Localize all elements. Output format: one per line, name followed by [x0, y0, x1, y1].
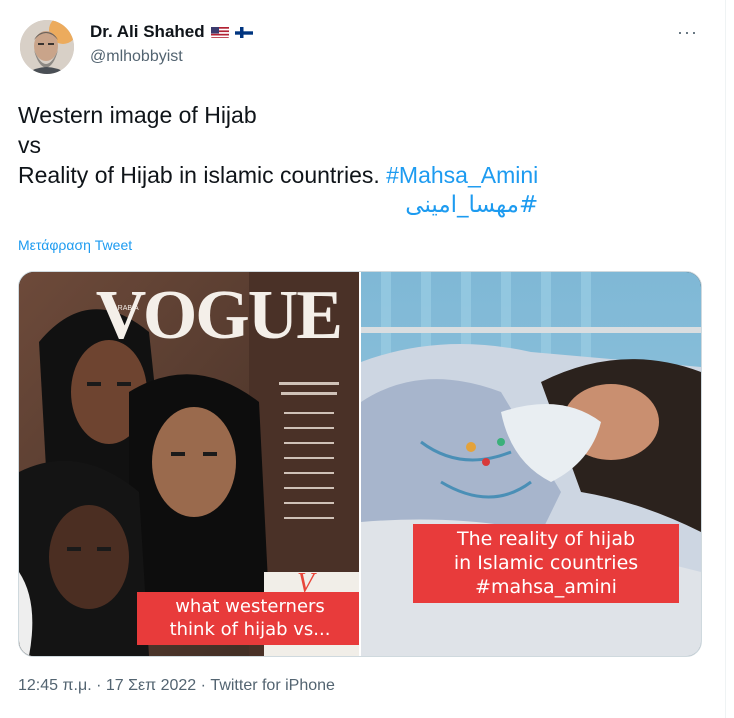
tweet-line-3: Reality of Hijab in islamic countries. #… — [18, 160, 538, 190]
hashtag-mahsa-amini[interactable]: #Mahsa_Amini — [386, 162, 538, 188]
tweet-text: Western image of Hijab vs Reality of Hij… — [18, 100, 538, 220]
us-flag-icon — [210, 26, 229, 38]
media-image-vogue-cover[interactable]: VOGUE ARABIA V what westerners think of … — [19, 272, 359, 656]
left-media-caption: what westerners think of hijab vs... — [137, 592, 359, 645]
tweet-line-2: vs — [18, 132, 41, 158]
tweet-date[interactable]: 17 Σεπ 2022 — [106, 677, 196, 694]
author-handle[interactable]: @mlhobbyist — [90, 48, 183, 66]
left-caption-line-2: think of hijab vs... — [169, 618, 331, 640]
tweet-footer: 12:45 π.μ. · 17 Σεπ 2022 · Twitter for i… — [18, 677, 335, 695]
footer-separator: · — [196, 677, 211, 694]
vogue-masthead: VOGUE — [96, 277, 341, 354]
translate-tweet-link[interactable]: Μετάφραση Tweet — [18, 237, 132, 253]
hashtag-mahsa-amini-persian[interactable]: #مهسا_امینی — [18, 190, 538, 220]
right-caption-line-1: The reality of hijab — [456, 528, 636, 550]
avatar-image — [20, 20, 74, 74]
tweet-source[interactable]: Twitter for iPhone — [210, 677, 335, 694]
author-name-row: Dr. Ali Shahed — [90, 22, 253, 42]
footer-separator: · — [91, 677, 106, 694]
tweet-line-1: Western image of Hijab — [18, 102, 257, 128]
tweet-line-3-text: Reality of Hijab in islamic countries. — [18, 162, 387, 188]
media-image-hospital[interactable]: The reality of hijab in Islamic countrie… — [361, 272, 701, 656]
right-media-caption: The reality of hijab in Islamic countrie… — [413, 524, 679, 604]
left-caption-line-1: what westerners — [175, 596, 325, 617]
finland-flag-icon — [234, 26, 253, 38]
tweet-time[interactable]: 12:45 π.μ. — [18, 677, 92, 694]
tweet-card: Dr. Ali Shahed @mlhobbyist ··· Western i… — [0, 0, 734, 718]
vogue-sub-masthead: ARABIA — [113, 305, 139, 312]
avatar[interactable] — [20, 20, 74, 74]
author-display-name[interactable]: Dr. Ali Shahed — [90, 22, 205, 42]
more-options-button[interactable]: ··· — [677, 22, 698, 43]
column-border — [725, 0, 726, 718]
right-caption-line-3: #mahsa_amini — [475, 575, 617, 598]
tweet-media[interactable]: VOGUE ARABIA V what westerners think of … — [18, 271, 702, 657]
right-caption-line-2: in Islamic countries — [453, 551, 639, 574]
